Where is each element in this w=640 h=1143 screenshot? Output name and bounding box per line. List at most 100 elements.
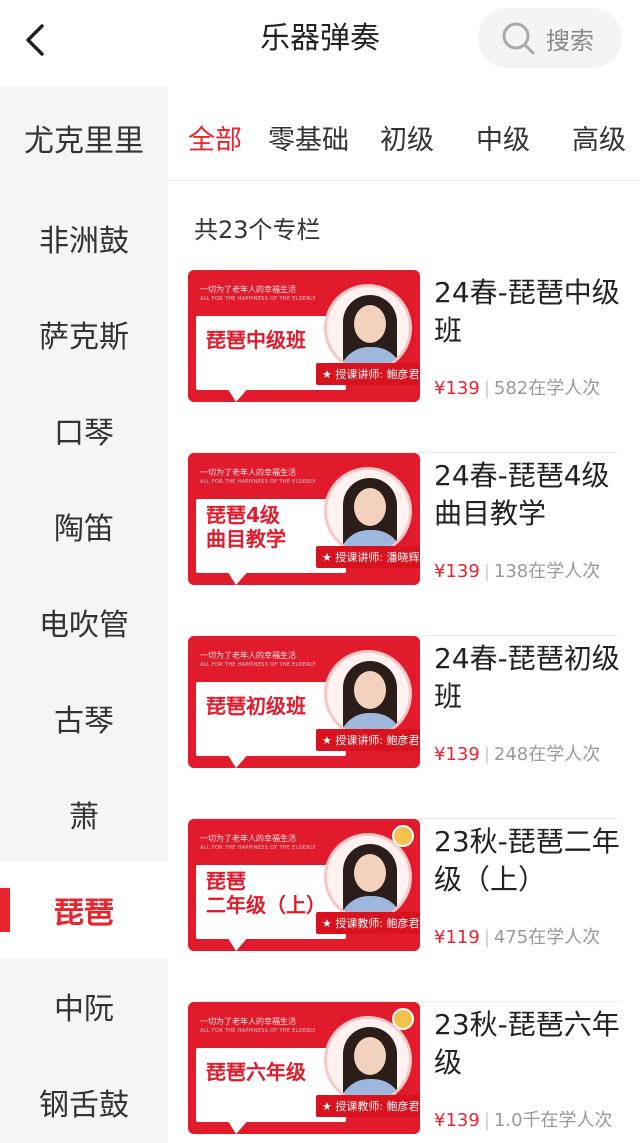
course-price: ¥139	[434, 1110, 480, 1131]
course-meta: ¥139 | 138在学人次	[434, 557, 600, 583]
course-card[interactable]: 一切为了老年人的幸福生活 ALL FOR THE HAPPINESS OF THE…	[188, 819, 620, 1002]
thumb-course-name: 琵琶4级 曲目教学	[206, 503, 286, 551]
course-thumbnail: 一切为了老年人的幸福生活 ALL FOR THE HAPPINESS OF THE…	[188, 636, 420, 768]
thumb-slogan: 一切为了老年人的幸福生活	[200, 468, 296, 477]
medal-badge-icon	[392, 825, 414, 847]
sidebar-item-label: 中阮	[54, 992, 114, 1027]
course-title: 23秋-琵琶二年级（上）	[434, 825, 620, 896]
tab-2[interactable]: 初级	[380, 118, 434, 157]
speech-bubble-tail	[226, 386, 250, 402]
thumb-course-name: 琵琶 二年级（上）	[206, 869, 326, 917]
teacher-portrait	[324, 284, 412, 372]
sidebar-item-label: 电吹管	[39, 608, 129, 643]
sidebar-item-active[interactable]: 琵琶	[0, 862, 168, 958]
speech-bubble-tail	[226, 1118, 250, 1134]
course-thumbnail: 一切为了老年人的幸福生活 ALL FOR THE HAPPINESS OF THE…	[188, 819, 420, 951]
course-card[interactable]: 一切为了老年人的幸福生活 ALL FOR THE HAPPINESS OF THE…	[188, 636, 620, 819]
course-count: 共23个专栏	[194, 216, 321, 244]
course-meta: ¥119 | 475在学人次	[434, 923, 600, 949]
sidebar-item-label: 萧	[69, 800, 99, 835]
teacher-tag: ★ 授课教师: 鲍彦君	[316, 1095, 420, 1117]
medal-badge-icon	[392, 1008, 414, 1030]
speech-bubble-tail	[226, 569, 250, 585]
thumb-slogan: 一切为了老年人的幸福生活	[200, 285, 296, 294]
thumb-slogan: 一切为了老年人的幸福生活	[200, 651, 296, 660]
search-label: 搜索	[546, 26, 594, 55]
tab-0[interactable]: 全部	[188, 118, 242, 157]
thumb-course-name: 琵琶初级班	[206, 694, 306, 718]
top-bar: 乐器弹奏 搜索	[0, 0, 640, 86]
course-price: ¥139	[434, 561, 480, 582]
course-meta: ¥139 | 248在学人次	[434, 740, 600, 766]
speech-bubble-tail	[226, 935, 250, 951]
portrait-face	[354, 854, 386, 892]
portrait-face	[354, 1037, 386, 1075]
level-tabs: 全部 零基础 初级 中级 高级	[168, 86, 640, 181]
portrait-face	[354, 305, 386, 343]
thumb-slogan: 一切为了老年人的幸福生活	[200, 1017, 296, 1026]
sidebar-item-label: 钢舌鼓	[39, 1088, 129, 1123]
thumb-slogan-en: ALL FOR THE HAPPINESS OF THE ELDERLY	[200, 845, 316, 851]
course-title: 24春-琵琶初级班	[434, 642, 620, 713]
course-title: 24春-琵琶中级班	[434, 276, 620, 347]
teacher-portrait	[324, 467, 412, 555]
meta-divider: |	[483, 1110, 490, 1131]
course-learners: 1.0千在学人次	[493, 1110, 613, 1131]
course-price: ¥139	[434, 378, 480, 399]
sidebar-item-label: 萨克斯	[39, 320, 129, 355]
sidebar-item-3[interactable]: 口琴	[0, 382, 168, 478]
sidebar-item-6[interactable]: 古琴	[0, 670, 168, 766]
thumb-slogan-en: ALL FOR THE HAPPINESS OF THE ELDERLY	[200, 662, 316, 668]
course-meta: ¥139 | 1.0千在学人次	[434, 1106, 613, 1132]
course-title: 23秋-琵琶六年级	[434, 1008, 620, 1079]
sidebar-item-9[interactable]: 中阮	[0, 958, 168, 1054]
search-icon	[502, 22, 535, 55]
teacher-portrait	[324, 650, 412, 738]
meta-divider: |	[483, 744, 490, 765]
thumb-slogan-en: ALL FOR THE HAPPINESS OF THE ELDERLY	[200, 296, 316, 302]
sidebar-item-4[interactable]: 陶笛	[0, 478, 168, 574]
sidebar-item-label: 尤克里里	[24, 124, 144, 159]
portrait-face	[354, 488, 386, 526]
tab-1[interactable]: 零基础	[268, 118, 349, 157]
tab-3[interactable]: 中级	[476, 118, 530, 157]
course-learners: 582在学人次	[493, 378, 601, 399]
sidebar-item-2[interactable]: 萨克斯	[0, 286, 168, 382]
course-thumbnail: 一切为了老年人的幸福生活 ALL FOR THE HAPPINESS OF THE…	[188, 270, 420, 402]
sidebar-item-7[interactable]: 萧	[0, 766, 168, 862]
course-card[interactable]: 一切为了老年人的幸福生活 ALL FOR THE HAPPINESS OF THE…	[188, 453, 620, 636]
thumb-slogan-en: ALL FOR THE HAPPINESS OF THE ELDERLY	[200, 479, 316, 485]
thumb-slogan-en: ALL FOR THE HAPPINESS OF THE ELDERLY	[200, 1028, 316, 1034]
sidebar-item-10[interactable]: 钢舌鼓	[0, 1054, 168, 1143]
thumb-slogan: 一切为了老年人的幸福生活	[200, 834, 296, 843]
meta-divider: |	[483, 378, 490, 399]
tab-4[interactable]: 高级	[572, 118, 626, 157]
course-card[interactable]: 一切为了老年人的幸福生活 ALL FOR THE HAPPINESS OF THE…	[188, 1002, 620, 1143]
sidebar-item-label: 非洲鼓	[39, 224, 129, 259]
course-learners: 138在学人次	[493, 561, 601, 582]
sidebar-item-label: 琵琶	[54, 896, 114, 931]
speech-bubble-tail	[226, 752, 250, 768]
sidebar-item-5[interactable]: 电吹管	[0, 574, 168, 670]
category-sidebar: 尤克里里非洲鼓萨克斯口琴陶笛电吹管古琴萧琵琶中阮钢舌鼓	[0, 86, 168, 1143]
course-learners: 475在学人次	[493, 927, 601, 948]
course-price: ¥119	[434, 927, 480, 948]
search-button[interactable]: 搜索	[478, 8, 622, 68]
sidebar-item-1[interactable]: 非洲鼓	[0, 190, 168, 286]
course-thumbnail: 一切为了老年人的幸福生活 ALL FOR THE HAPPINESS OF THE…	[188, 1002, 420, 1134]
teacher-tag: ★ 授课教师: 鲍彦君	[316, 912, 420, 934]
meta-divider: |	[483, 561, 490, 582]
thumb-course-name: 琵琶六年级	[206, 1060, 306, 1084]
sidebar-item-label: 口琴	[54, 416, 114, 451]
sidebar-item-0[interactable]: 尤克里里	[0, 86, 168, 190]
course-thumbnail: 一切为了老年人的幸福生活 ALL FOR THE HAPPINESS OF THE…	[188, 453, 420, 585]
portrait-face	[354, 671, 386, 709]
teacher-tag: ★ 授课讲师: 潘晓辉	[316, 546, 420, 568]
teacher-tag: ★ 授课讲师: 鲍彦君	[316, 363, 420, 385]
thumb-course-name: 琵琶中级班	[206, 328, 306, 352]
course-meta: ¥139 | 582在学人次	[434, 374, 600, 400]
course-card[interactable]: 一切为了老年人的幸福生活 ALL FOR THE HAPPINESS OF THE…	[188, 270, 620, 453]
course-learners: 248在学人次	[493, 744, 601, 765]
course-title: 24春-琵琶4级曲目教学	[434, 459, 610, 530]
course-price: ¥139	[434, 744, 480, 765]
